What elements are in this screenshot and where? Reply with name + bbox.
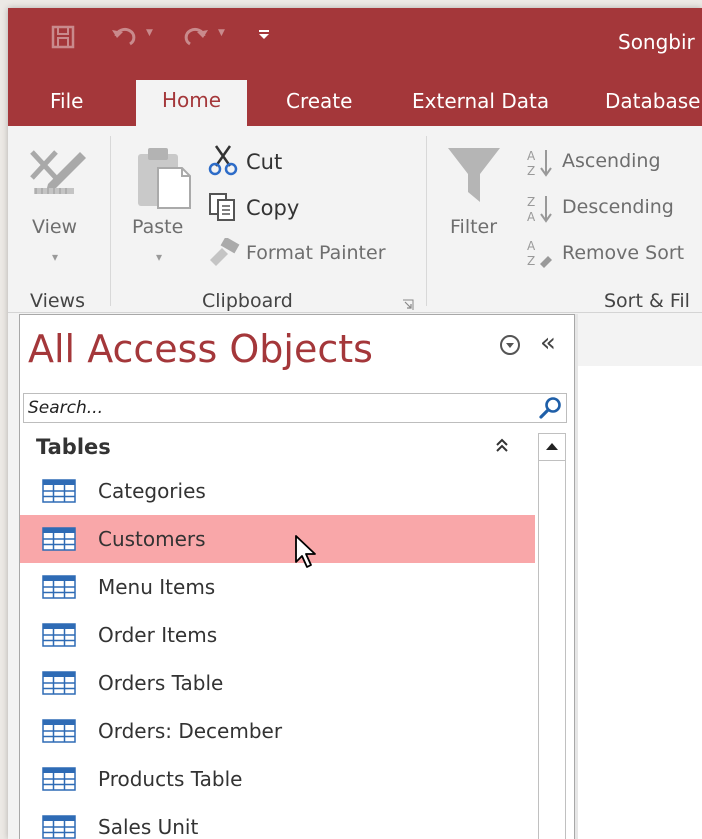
list-item-label: Sales Unit [98,815,199,839]
nav-scrollbar[interactable] [538,433,566,839]
format-painter-label: Format Painter [246,242,386,264]
undo-icon[interactable] [110,24,140,57]
redo-dropdown-icon[interactable]: ▼ [218,28,225,38]
svg-text:Z: Z [527,164,535,178]
sort-filter-group-label: Sort & Fil [604,290,690,312]
svg-text:A: A [527,239,536,253]
tables-group-header[interactable]: Tables [36,435,111,459]
ascending-label: Ascending [562,150,661,172]
copy-label: Copy [246,196,300,220]
table-icon [42,767,76,795]
list-item-label: Menu Items [98,575,216,599]
svg-text:A: A [527,210,536,224]
cut-label: Cut [246,150,283,174]
view-label: View [32,216,78,238]
remove-sort-label: Remove Sort [562,242,685,264]
tab-external-data[interactable]: External Data [412,88,549,114]
list-item[interactable]: Sales Unit [20,803,535,839]
filter-icon [446,146,502,210]
list-item[interactable]: Products Table [20,755,535,803]
table-icon [42,527,76,555]
list-item[interactable]: Categories [20,467,535,515]
ribbon-divider [110,136,111,306]
design-view-icon [28,144,88,202]
format-painter-icon [208,236,240,270]
search-icon[interactable] [536,394,566,422]
views-group-label: Views [30,290,85,312]
nav-pane-title[interactable]: All Access Objects [28,327,373,371]
mouse-pointer-icon [294,534,318,574]
table-icon [42,575,76,603]
sort-descending-icon: ZA [526,194,556,228]
clipboard-group-label: Clipboard [202,290,293,312]
list-item[interactable]: Customers [20,515,535,563]
title-bar: ▼ ▼ Songbir [8,8,702,74]
paste-dropdown-icon[interactable]: ▾ [156,250,162,264]
customize-qat-icon[interactable] [258,28,270,42]
list-item-label: Order Items [98,623,218,647]
copy-icon [208,192,238,226]
ribbon-tabs: File Home Create External Data Database [8,74,702,126]
navigation-pane: All Access Objects « Tables Categories C… [19,314,575,839]
svg-text:Z: Z [527,254,535,268]
nav-pane-menu-icon[interactable] [500,335,520,355]
save-icon[interactable] [50,24,76,57]
document-workspace[interactable] [577,366,702,839]
filter-label: Filter [450,216,498,238]
undo-dropdown-icon[interactable]: ▼ [146,28,153,38]
sort-ascending-icon: AZ [526,148,556,182]
nav-search-box [23,393,567,423]
remove-sort-icon: AZ [526,238,556,272]
access-window: ▼ ▼ Songbir File Home Create External Da… [8,8,702,839]
redo-icon[interactable] [180,24,210,57]
table-icon [42,719,76,747]
list-item-label: Products Table [98,767,243,791]
list-item[interactable]: Order Items [20,611,535,659]
svg-text:A: A [527,149,536,163]
svg-text:Z: Z [527,195,535,209]
descending-label: Descending [562,196,674,218]
clipboard-dialog-launcher-icon[interactable] [402,296,414,315]
list-item-label: Customers [98,527,206,551]
list-item-label: Orders Table [98,671,224,695]
scissors-icon [208,144,238,180]
view-dropdown-icon[interactable]: ▾ [52,250,58,264]
table-icon [42,623,76,651]
table-icon [42,479,76,507]
collapse-pane-icon[interactable]: « [540,329,556,357]
table-icon [42,815,76,839]
paste-label: Paste [132,216,184,238]
list-item[interactable]: Orders: December [20,707,535,755]
list-item-label: Orders: December [98,719,283,743]
scroll-up-icon[interactable] [539,434,565,461]
list-item-label: Categories [98,479,206,503]
table-list: Categories Customers Menu Items Order It… [20,467,535,839]
list-item[interactable]: Orders Table [20,659,535,707]
collapse-group-icon[interactable] [494,437,510,458]
workspace-header [577,314,702,366]
table-icon [42,671,76,699]
list-item[interactable]: Menu Items [20,563,535,611]
tab-database-tools[interactable]: Database [605,88,700,114]
tab-home[interactable]: Home [136,80,248,126]
ribbon: View ▾ Views Paste ▾ Cut Copy Format Pai… [8,126,702,313]
tab-create[interactable]: Create [286,88,352,114]
search-input[interactable] [28,397,528,419]
ribbon-divider [426,136,427,306]
app-title: Songbir [618,30,695,54]
paste-icon [136,144,192,214]
tab-file[interactable]: File [50,88,83,114]
